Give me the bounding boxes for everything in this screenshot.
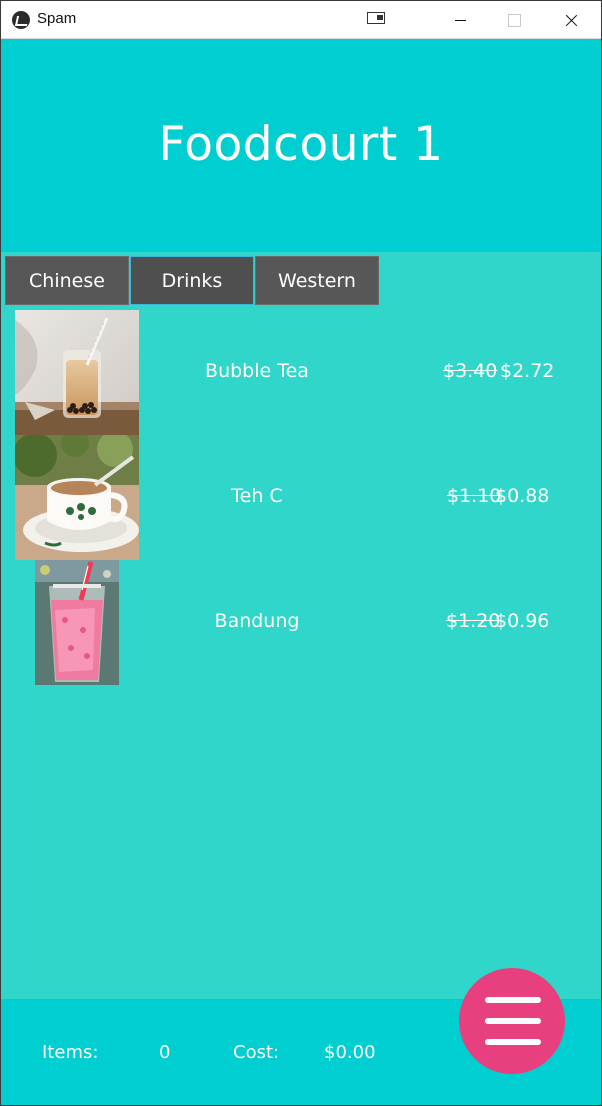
item-new-price: $2.72 (500, 360, 555, 382)
page-title: Foodcourt 1 (158, 117, 444, 172)
menu-button[interactable] (459, 968, 565, 1074)
title-bar: Spam (1, 1, 601, 39)
items-count: 0 (159, 1042, 171, 1063)
bandung-photo (35, 560, 119, 685)
item-name: Bandung (214, 610, 300, 632)
cost-value: $0.00 (324, 1042, 376, 1063)
maximize-button[interactable] (485, 1, 543, 39)
window-title: Spam (37, 10, 77, 27)
hamburger-bar-bottom (485, 1039, 541, 1045)
bubble-tea-photo (15, 310, 139, 435)
kivy-logo-icon (12, 11, 30, 29)
list-item[interactable]: Teh C $1.10 $0.88 (1, 435, 601, 560)
app-window: Spam Foodcourt 1 Chinese Drinks Western (0, 0, 602, 1106)
hamburger-menu-icon (485, 997, 541, 1003)
item-name: Teh C (231, 485, 283, 507)
item-new-price: $0.96 (495, 610, 550, 632)
header-banner: Foodcourt 1 (1, 39, 601, 252)
category-tabs: Chinese Drinks Western (5, 256, 379, 305)
list-item[interactable]: Bandung $1.20 $0.96 (1, 560, 601, 685)
item-old-price: $1.10 (447, 485, 502, 507)
item-name: Bubble Tea (205, 360, 309, 382)
tab-drinks[interactable]: Drinks (130, 256, 254, 305)
item-new-price: $0.88 (495, 485, 550, 507)
hamburger-bar-middle (485, 1018, 541, 1024)
item-old-price: $3.40 (443, 360, 498, 382)
items-label: Items: (42, 1042, 99, 1063)
minimize-button[interactable] (431, 1, 489, 39)
menu-fab[interactable] (458, 967, 566, 1075)
close-button[interactable] (543, 1, 601, 39)
snap-layout-icon[interactable] (367, 12, 385, 24)
teh-c-photo (15, 435, 139, 560)
cost-label: Cost: (233, 1042, 280, 1063)
list-item[interactable]: Bubble Tea $3.40 $2.72 (1, 310, 601, 435)
tab-chinese[interactable]: Chinese (5, 256, 129, 305)
item-old-price: $1.20 (446, 610, 501, 632)
tab-western[interactable]: Western (255, 256, 379, 305)
